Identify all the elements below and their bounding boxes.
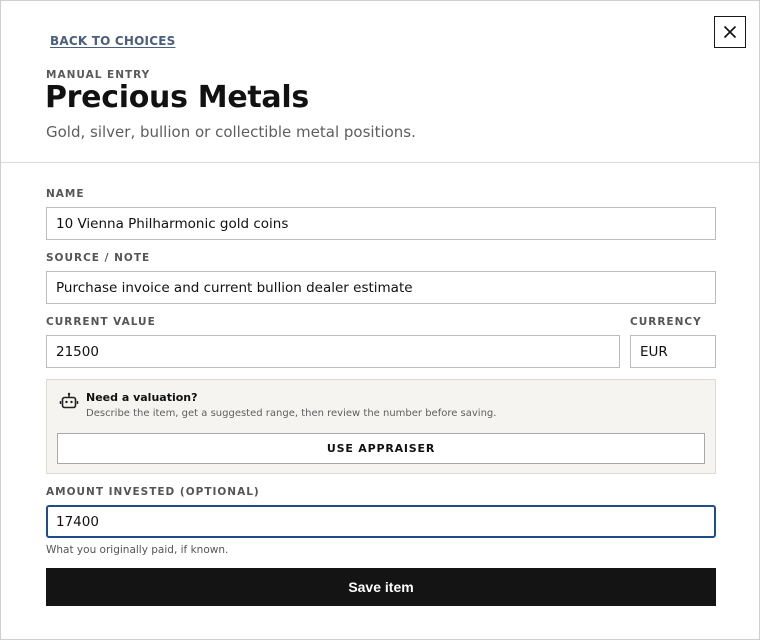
name-input[interactable]: [46, 207, 716, 240]
current-value-label: CURRENT VALUE: [46, 316, 156, 328]
current-value-input[interactable]: [46, 335, 620, 368]
robot-icon: [59, 392, 79, 409]
amount-invested-label: AMOUNT INVESTED (OPTIONAL): [46, 486, 260, 498]
use-appraiser-button[interactable]: USE APPRAISER: [57, 433, 705, 464]
close-icon: [723, 25, 737, 39]
valuation-panel: Need a valuation? Describe the item, get…: [46, 379, 716, 474]
valuation-title: Need a valuation?: [86, 391, 198, 404]
currency-input[interactable]: [630, 335, 716, 368]
save-item-button[interactable]: Save item: [46, 568, 716, 606]
name-label: NAME: [46, 188, 85, 200]
amount-invested-helper: What you originally paid, if known.: [46, 544, 229, 556]
valuation-description: Describe the item, get a suggested range…: [86, 408, 497, 419]
page-title: Precious Metals: [45, 80, 309, 115]
back-to-choices-link[interactable]: BACK TO CHOICES: [50, 34, 175, 48]
source-note-label: SOURCE / NOTE: [46, 252, 151, 264]
page-subtitle: Gold, silver, bullion or collectible met…: [46, 123, 416, 141]
precious-metals-dialog: BACK TO CHOICES MANUAL ENTRY Precious Me…: [0, 0, 760, 640]
header-divider: [1, 162, 759, 163]
source-note-input[interactable]: [46, 271, 716, 304]
currency-label: CURRENCY: [630, 316, 702, 328]
amount-invested-input[interactable]: [46, 505, 716, 538]
close-button[interactable]: [714, 16, 746, 48]
